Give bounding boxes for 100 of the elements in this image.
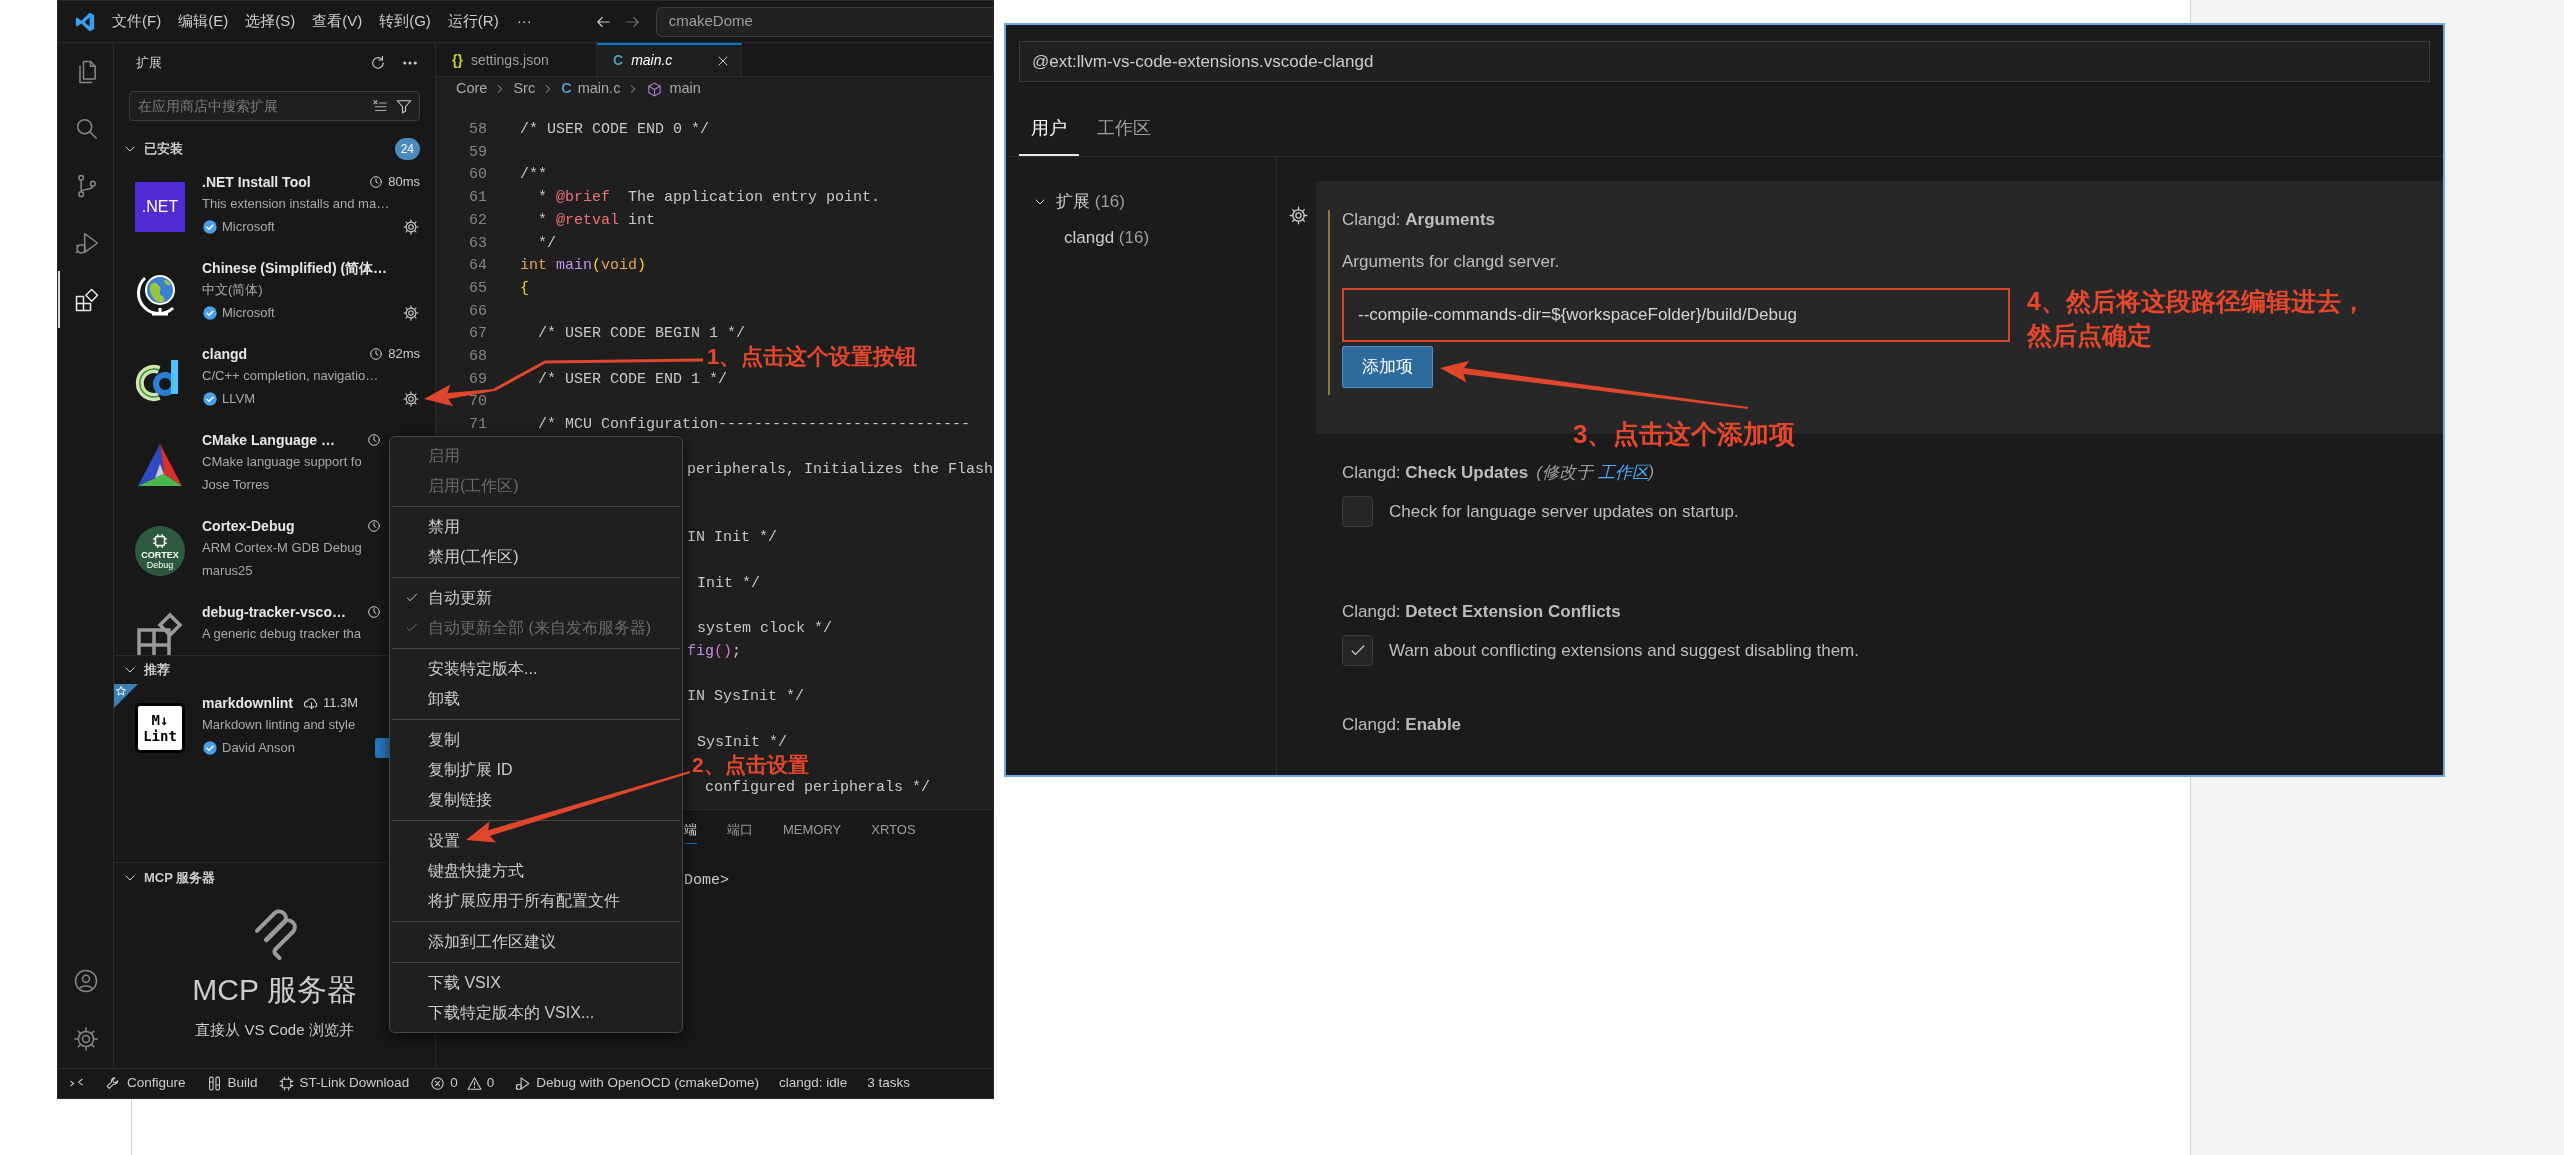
menu-item[interactable]: 运行(R) [445,10,501,33]
menu-item[interactable]: 选择(S) [243,10,298,33]
menu-item[interactable]: 复制 [390,725,682,755]
publisher-name[interactable]: LLVM [222,389,255,409]
breadcrumb-item[interactable]: C main.c [561,78,621,100]
extension-logo [135,612,185,655]
section-title[interactable]: 已安装 [144,138,183,159]
code-line: /* USER CODE BEGIN 1 */ [537,324,746,345]
settings-tab[interactable]: 用户 [1019,102,1079,156]
breadcrumb-item[interactable]: Src [513,78,536,100]
filter-icon[interactable] [395,97,413,115]
command-center[interactable]: cmakeDome [655,6,993,37]
menu-item[interactable]: 转到(G) [377,10,433,33]
panel-tab[interactable]: XRTOS [871,816,916,844]
checkbox[interactable] [1342,496,1373,527]
line-number: 61 [468,188,487,209]
code-line: configured peripherals */ [705,778,931,799]
extension-description: This extension installs and ma… [202,195,391,214]
menu-item[interactable]: 添加到工作区建议 [390,927,682,957]
breadcrumb-item[interactable]: Core [456,78,488,100]
line-number: 66 [468,301,487,322]
status-item[interactable]: 3 tasks [867,1073,911,1094]
settings-icon[interactable] [402,304,420,322]
section-title[interactable]: 推荐 [144,660,170,680]
menu-item[interactable]: 禁用 [390,512,682,542]
menu-item[interactable]: 安装特定版本... [390,654,682,684]
code-line: */ [537,233,556,254]
menu-item[interactable]: 下载特定版本的 VSIX... [390,998,682,1028]
extension-item[interactable]: clangd 82ms C/C++ completion, navigatio… LLVM [114,335,435,421]
toc-item[interactable]: clangd (16) [1006,220,1276,256]
activation-time: 80ms [388,173,420,192]
search-field[interactable]: 在应用商店中搜索扩展 [129,91,420,121]
settings-icon[interactable] [1288,205,1309,226]
status-item[interactable]: Debug with OpenOCD (cmakeDome) [514,1073,759,1094]
menu-item[interactable]: 复制链接 [390,785,682,815]
setting-title: Clangd: Enable [1342,714,1463,736]
menu-item[interactable]: 自动更新 [390,583,682,613]
menu-item[interactable]: 将扩展应用于所有配置文件 [390,886,682,916]
settings-search-field[interactable]: @ext:llvm-vs-code-extensions.vscode-clangd [1019,41,2430,82]
line-number: 67 [468,324,487,345]
setting-title: Clangd: Check Updates (修改于 工作区) [1342,462,1656,484]
publisher-name[interactable]: marus25 [202,561,253,581]
code-line: Init */ [697,573,760,594]
warning-icon [465,1075,483,1092]
extension-name[interactable]: CMake Language … [202,429,336,451]
status-item[interactable]: Build [205,1073,258,1094]
publisher-name[interactable]: Jose Torres [202,475,269,495]
checkbox[interactable] [1342,635,1373,666]
add-item-button[interactable]: 添加项 [1342,346,1433,388]
extension-item[interactable]: Chinese (Simplified) (简体… 中文(简体) Microsoft [114,249,435,335]
panel-tab[interactable]: 端 [684,816,697,844]
extension-name[interactable]: markdownlint [202,692,293,714]
extension-logo: CORTEX Debug [135,526,185,576]
settings-icon[interactable] [402,390,420,408]
search-input[interactable]: 在应用商店中搜索扩展 [138,92,365,120]
app-logo-icon[interactable] [74,10,96,33]
extension-name[interactable]: clangd [202,343,248,365]
status-item[interactable]: clangd: idle [779,1073,848,1094]
status-item[interactable]: ST-Link Download [277,1073,410,1094]
menu-item[interactable]: 复制扩展 ID [390,755,682,785]
breadcrumb-item[interactable]: main [646,78,701,100]
publisher-name[interactable]: Microsoft [222,217,275,237]
extension-name[interactable]: .NET Install Tool [202,171,311,193]
status-item[interactable]: Configure [105,1073,186,1094]
code-line: /* USER CODE END 0 */ [520,120,710,141]
toc-item[interactable]: 扩展 (16) [1006,184,1276,220]
section-title[interactable]: MCP 服务器 [144,867,216,888]
menu-item[interactable]: 设置 [390,826,682,856]
extension-description: A generic debug tracker tha [202,625,362,644]
setting-description: Warn about conflicting extensions and suggest disabling them. [1389,639,1859,662]
publisher-name[interactable]: Microsoft [222,303,275,323]
list-item-field[interactable]: --compile-commands-dir=${workspaceFolder}/build/Debug [1342,288,2010,342]
editor-tab[interactable]: C main.c [597,43,742,76]
extension-name[interactable]: debug-tracker-vsco… [202,601,346,623]
menu-item[interactable]: 文件(F) [110,10,164,33]
publisher-name[interactable]: David Anson [222,738,295,758]
menu-more[interactable]: ··· [516,10,532,33]
extension-name[interactable]: Chinese (Simplified) (简体… [202,257,388,279]
code-line: fig(); [687,641,742,662]
extension-description: C/C++ completion, navigatio… [202,367,380,386]
menu-item[interactable]: 卸载 [390,684,682,714]
refresh-icon[interactable] [369,54,387,72]
panel-tab[interactable]: 端口 [727,816,753,844]
terminal-text: Dome> [684,871,730,891]
count-badge: 24 [394,137,420,160]
extension-description: CMake language support fo [202,453,363,472]
panel-tab[interactable]: MEMORY [783,816,842,844]
settings-icon[interactable] [402,218,420,236]
menu-item[interactable]: 下载 VSIX [390,968,682,998]
setting-description: Check for language server updates on startup. [1389,500,1739,523]
extension-item[interactable]: .NET .NET Install Tool 80ms This extension installs and ma… Microsoft [114,163,435,249]
menu-item[interactable]: 禁用(工作区) [390,542,682,572]
menu-item[interactable]: 编辑(E) [176,10,231,33]
menu-item[interactable]: 键盘快捷方式 [390,856,682,886]
extension-name[interactable]: Cortex-Debug [202,515,295,537]
code-line: SysInit */ [697,732,787,753]
menu-item[interactable]: 查看(V) [310,10,365,33]
line-number: 69 [468,369,487,390]
problems-status[interactable]: 0 0 [429,1073,495,1094]
settings-tab[interactable]: 工作区 [1085,102,1163,156]
